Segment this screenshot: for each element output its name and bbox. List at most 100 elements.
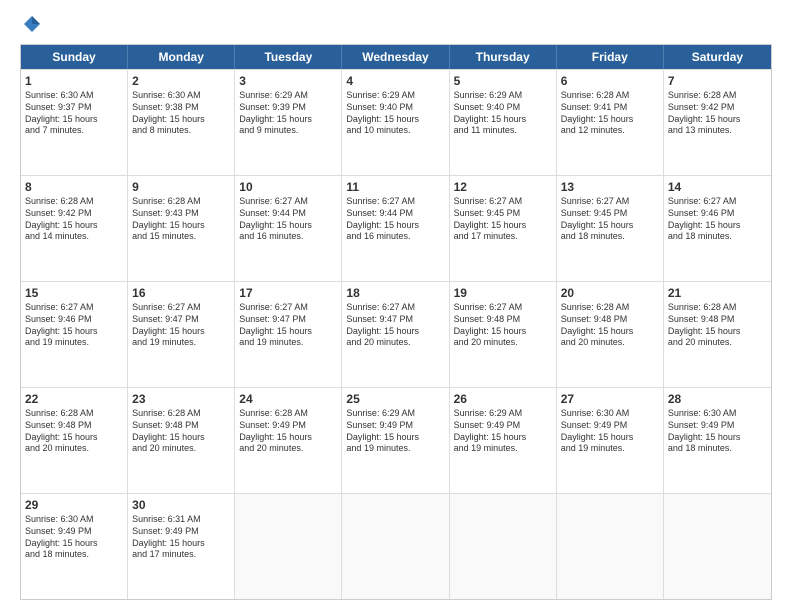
cal-cell-15: 15Sunrise: 6:27 AMSunset: 9:46 PMDayligh… — [21, 282, 128, 387]
day-number: 13 — [561, 179, 659, 195]
day-info: Sunrise: 6:27 AMSunset: 9:44 PMDaylight:… — [239, 196, 337, 243]
day-info: Sunrise: 6:30 AMSunset: 9:37 PMDaylight:… — [25, 90, 123, 137]
day-info: Sunrise: 6:29 AMSunset: 9:49 PMDaylight:… — [346, 408, 444, 455]
header-cell-monday: Monday — [128, 45, 235, 69]
day-number: 18 — [346, 285, 444, 301]
cal-cell-4: 4Sunrise: 6:29 AMSunset: 9:40 PMDaylight… — [342, 70, 449, 175]
day-info: Sunrise: 6:27 AMSunset: 9:46 PMDaylight:… — [668, 196, 767, 243]
cal-cell-18: 18Sunrise: 6:27 AMSunset: 9:47 PMDayligh… — [342, 282, 449, 387]
day-number: 24 — [239, 391, 337, 407]
cal-cell-empty — [235, 494, 342, 599]
day-number: 1 — [25, 73, 123, 89]
day-info: Sunrise: 6:28 AMSunset: 9:48 PMDaylight:… — [668, 302, 767, 349]
cal-cell-17: 17Sunrise: 6:27 AMSunset: 9:47 PMDayligh… — [235, 282, 342, 387]
day-info: Sunrise: 6:30 AMSunset: 9:49 PMDaylight:… — [668, 408, 767, 455]
day-number: 16 — [132, 285, 230, 301]
calendar-header: SundayMondayTuesdayWednesdayThursdayFrid… — [21, 45, 771, 69]
day-number: 8 — [25, 179, 123, 195]
cal-cell-25: 25Sunrise: 6:29 AMSunset: 9:49 PMDayligh… — [342, 388, 449, 493]
day-number: 5 — [454, 73, 552, 89]
day-number: 22 — [25, 391, 123, 407]
calendar: SundayMondayTuesdayWednesdayThursdayFrid… — [20, 44, 772, 600]
day-number: 19 — [454, 285, 552, 301]
calendar-row-5: 29Sunrise: 6:30 AMSunset: 9:49 PMDayligh… — [21, 493, 771, 599]
day-info: Sunrise: 6:29 AMSunset: 9:49 PMDaylight:… — [454, 408, 552, 455]
day-number: 26 — [454, 391, 552, 407]
cal-cell-13: 13Sunrise: 6:27 AMSunset: 9:45 PMDayligh… — [557, 176, 664, 281]
cal-cell-6: 6Sunrise: 6:28 AMSunset: 9:41 PMDaylight… — [557, 70, 664, 175]
day-info: Sunrise: 6:30 AMSunset: 9:38 PMDaylight:… — [132, 90, 230, 137]
day-number: 30 — [132, 497, 230, 513]
cal-cell-8: 8Sunrise: 6:28 AMSunset: 9:42 PMDaylight… — [21, 176, 128, 281]
header-cell-friday: Friday — [557, 45, 664, 69]
cal-cell-21: 21Sunrise: 6:28 AMSunset: 9:48 PMDayligh… — [664, 282, 771, 387]
day-info: Sunrise: 6:28 AMSunset: 9:41 PMDaylight:… — [561, 90, 659, 137]
day-info: Sunrise: 6:28 AMSunset: 9:48 PMDaylight:… — [132, 408, 230, 455]
cal-cell-empty — [557, 494, 664, 599]
day-info: Sunrise: 6:28 AMSunset: 9:43 PMDaylight:… — [132, 196, 230, 243]
calendar-row-1: 1Sunrise: 6:30 AMSunset: 9:37 PMDaylight… — [21, 69, 771, 175]
cal-cell-7: 7Sunrise: 6:28 AMSunset: 9:42 PMDaylight… — [664, 70, 771, 175]
cal-cell-26: 26Sunrise: 6:29 AMSunset: 9:49 PMDayligh… — [450, 388, 557, 493]
header-cell-sunday: Sunday — [21, 45, 128, 69]
day-number: 17 — [239, 285, 337, 301]
day-info: Sunrise: 6:27 AMSunset: 9:47 PMDaylight:… — [132, 302, 230, 349]
header-cell-saturday: Saturday — [664, 45, 771, 69]
day-info: Sunrise: 6:28 AMSunset: 9:42 PMDaylight:… — [25, 196, 123, 243]
cal-cell-empty — [664, 494, 771, 599]
cal-cell-16: 16Sunrise: 6:27 AMSunset: 9:47 PMDayligh… — [128, 282, 235, 387]
cal-cell-9: 9Sunrise: 6:28 AMSunset: 9:43 PMDaylight… — [128, 176, 235, 281]
day-info: Sunrise: 6:28 AMSunset: 9:49 PMDaylight:… — [239, 408, 337, 455]
day-info: Sunrise: 6:27 AMSunset: 9:47 PMDaylight:… — [346, 302, 444, 349]
day-info: Sunrise: 6:31 AMSunset: 9:49 PMDaylight:… — [132, 514, 230, 561]
day-info: Sunrise: 6:27 AMSunset: 9:45 PMDaylight:… — [454, 196, 552, 243]
day-info: Sunrise: 6:29 AMSunset: 9:39 PMDaylight:… — [239, 90, 337, 137]
day-number: 21 — [668, 285, 767, 301]
cal-cell-29: 29Sunrise: 6:30 AMSunset: 9:49 PMDayligh… — [21, 494, 128, 599]
day-info: Sunrise: 6:30 AMSunset: 9:49 PMDaylight:… — [25, 514, 123, 561]
cal-cell-1: 1Sunrise: 6:30 AMSunset: 9:37 PMDaylight… — [21, 70, 128, 175]
day-number: 14 — [668, 179, 767, 195]
calendar-row-2: 8Sunrise: 6:28 AMSunset: 9:42 PMDaylight… — [21, 175, 771, 281]
day-info: Sunrise: 6:27 AMSunset: 9:48 PMDaylight:… — [454, 302, 552, 349]
cal-cell-19: 19Sunrise: 6:27 AMSunset: 9:48 PMDayligh… — [450, 282, 557, 387]
day-info: Sunrise: 6:27 AMSunset: 9:46 PMDaylight:… — [25, 302, 123, 349]
day-number: 6 — [561, 73, 659, 89]
day-number: 10 — [239, 179, 337, 195]
day-info: Sunrise: 6:28 AMSunset: 9:42 PMDaylight:… — [668, 90, 767, 137]
cal-cell-23: 23Sunrise: 6:28 AMSunset: 9:48 PMDayligh… — [128, 388, 235, 493]
day-number: 25 — [346, 391, 444, 407]
cal-cell-empty — [450, 494, 557, 599]
cal-cell-empty — [342, 494, 449, 599]
day-info: Sunrise: 6:29 AMSunset: 9:40 PMDaylight:… — [454, 90, 552, 137]
calendar-body: 1Sunrise: 6:30 AMSunset: 9:37 PMDaylight… — [21, 69, 771, 599]
day-number: 20 — [561, 285, 659, 301]
header-cell-wednesday: Wednesday — [342, 45, 449, 69]
day-number: 4 — [346, 73, 444, 89]
day-info: Sunrise: 6:28 AMSunset: 9:48 PMDaylight:… — [25, 408, 123, 455]
cal-cell-14: 14Sunrise: 6:27 AMSunset: 9:46 PMDayligh… — [664, 176, 771, 281]
day-info: Sunrise: 6:28 AMSunset: 9:48 PMDaylight:… — [561, 302, 659, 349]
logo — [20, 16, 42, 34]
header-cell-tuesday: Tuesday — [235, 45, 342, 69]
day-number: 23 — [132, 391, 230, 407]
day-number: 2 — [132, 73, 230, 89]
day-info: Sunrise: 6:29 AMSunset: 9:40 PMDaylight:… — [346, 90, 444, 137]
day-number: 9 — [132, 179, 230, 195]
logo-icon — [22, 14, 42, 34]
cal-cell-12: 12Sunrise: 6:27 AMSunset: 9:45 PMDayligh… — [450, 176, 557, 281]
day-info: Sunrise: 6:27 AMSunset: 9:47 PMDaylight:… — [239, 302, 337, 349]
cal-cell-28: 28Sunrise: 6:30 AMSunset: 9:49 PMDayligh… — [664, 388, 771, 493]
day-number: 11 — [346, 179, 444, 195]
cal-cell-22: 22Sunrise: 6:28 AMSunset: 9:48 PMDayligh… — [21, 388, 128, 493]
cal-cell-2: 2Sunrise: 6:30 AMSunset: 9:38 PMDaylight… — [128, 70, 235, 175]
day-number: 12 — [454, 179, 552, 195]
cal-cell-5: 5Sunrise: 6:29 AMSunset: 9:40 PMDaylight… — [450, 70, 557, 175]
header — [20, 16, 772, 34]
day-number: 27 — [561, 391, 659, 407]
calendar-row-4: 22Sunrise: 6:28 AMSunset: 9:48 PMDayligh… — [21, 387, 771, 493]
page: SundayMondayTuesdayWednesdayThursdayFrid… — [0, 0, 792, 612]
day-info: Sunrise: 6:27 AMSunset: 9:45 PMDaylight:… — [561, 196, 659, 243]
day-info: Sunrise: 6:30 AMSunset: 9:49 PMDaylight:… — [561, 408, 659, 455]
cal-cell-27: 27Sunrise: 6:30 AMSunset: 9:49 PMDayligh… — [557, 388, 664, 493]
